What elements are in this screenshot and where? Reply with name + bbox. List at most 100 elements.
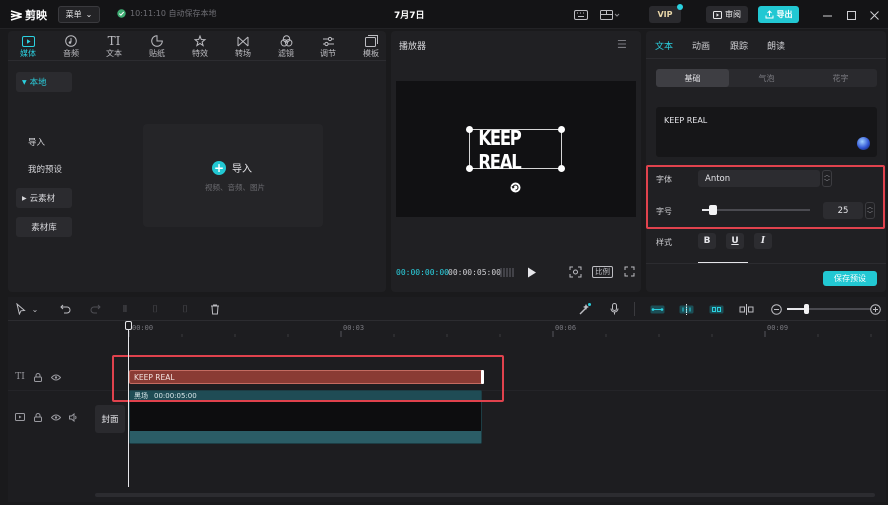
text-selection-box[interactable]: KEEP REAL xyxy=(466,126,565,174)
playhead-line[interactable] xyxy=(128,325,129,487)
transition-icon xyxy=(237,36,249,46)
resize-handle[interactable] xyxy=(558,126,565,133)
sidebar-item-my-presets[interactable]: 我的预设 xyxy=(16,159,72,179)
minimize-icon[interactable] xyxy=(819,7,835,23)
sidebar-item-library[interactable]: 素材库 xyxy=(16,217,72,237)
split-left-icon[interactable]: ⌷ xyxy=(148,302,162,316)
underline-button[interactable]: U xyxy=(726,233,744,249)
upload-icon xyxy=(765,10,773,19)
linkage-icon[interactable] xyxy=(708,302,724,316)
save-preset-button[interactable]: 保存预设 xyxy=(823,271,877,286)
video-track-header xyxy=(14,411,80,423)
media-panel: 媒体 音频 TI 文本 贴纸 特效 转场 滤镜 调节 模板 ▼ 本地 导入 我的… xyxy=(8,31,386,292)
sticker-icon xyxy=(151,35,163,47)
save-status: 10:11:10 自动保存本地 xyxy=(117,8,216,19)
preview-axis-icon[interactable] xyxy=(738,302,754,316)
ruler-label: 00:06 xyxy=(555,324,577,332)
style-label: 样式 xyxy=(656,238,672,247)
layout-icon[interactable] xyxy=(598,7,622,22)
tab-adjust[interactable]: 调节 xyxy=(311,33,345,61)
delete-icon[interactable] xyxy=(208,302,222,316)
tab-media[interactable]: 媒体 xyxy=(11,33,45,61)
tab-template[interactable]: 模板 xyxy=(354,33,388,61)
zoom-out-icon[interactable] xyxy=(769,302,783,316)
tab-media-label: 媒体 xyxy=(20,48,36,58)
resize-handle[interactable] xyxy=(466,165,473,172)
document-title: 7月7日 xyxy=(394,11,425,21)
speaker-icon[interactable] xyxy=(68,411,80,423)
bold-button[interactable]: B xyxy=(698,233,716,249)
segment-fancy-text[interactable]: 花字 xyxy=(804,69,877,87)
select-cursor-icon[interactable] xyxy=(14,302,28,316)
focus-icon[interactable] xyxy=(569,266,582,278)
plus-icon: + xyxy=(212,160,226,175)
playhead-handle[interactable] xyxy=(125,321,132,330)
microphone-icon[interactable] xyxy=(607,302,621,316)
import-button[interactable]: + 导入 xyxy=(212,160,252,175)
app-logo: 剪映 xyxy=(10,7,47,23)
play-icon[interactable] xyxy=(527,267,537,278)
highlight-box-tracks xyxy=(112,355,504,402)
tab-audio[interactable]: 音频 xyxy=(54,33,88,61)
tab-transition[interactable]: 转场 xyxy=(226,33,260,61)
eye-icon[interactable] xyxy=(50,371,62,383)
tab-text[interactable]: TI 文本 xyxy=(97,33,131,61)
zoom-in-icon[interactable] xyxy=(868,302,882,316)
tab-filter[interactable]: 滤镜 xyxy=(269,33,303,61)
eye-icon[interactable] xyxy=(50,411,62,423)
redo-icon[interactable] xyxy=(88,302,102,316)
canvas-text: KEEP REAL xyxy=(478,126,521,174)
tab-sticker[interactable]: 贴纸 xyxy=(140,33,174,61)
link-main-track-icon[interactable] xyxy=(649,302,665,316)
lock-icon[interactable] xyxy=(32,371,44,383)
fullscreen-icon[interactable] xyxy=(624,266,635,277)
close-icon[interactable] xyxy=(866,7,882,23)
split-right-icon[interactable]: ⌷ xyxy=(178,302,192,316)
player-title: 播放器 xyxy=(399,42,427,52)
preview-canvas[interactable]: KEEP REAL xyxy=(396,81,636,217)
segment-basic[interactable]: 基础 xyxy=(656,69,729,87)
tab-audio-label: 音频 xyxy=(63,49,79,58)
tab-text-props[interactable]: 文本 xyxy=(655,39,673,52)
ai-orb-icon[interactable] xyxy=(857,137,870,150)
resize-handle[interactable] xyxy=(558,165,565,172)
cover-button[interactable]: 封面 xyxy=(95,405,125,433)
sidebar-item-local[interactable]: ▼ 本地 xyxy=(16,72,72,92)
undo-icon[interactable] xyxy=(58,302,72,316)
sidebar-item-cloud[interactable]: ▶ 云素材 xyxy=(16,188,72,208)
play-box-icon xyxy=(713,10,722,19)
timecode-current: 00:00:00:00 xyxy=(396,268,449,277)
keyboard-icon[interactable] xyxy=(572,7,590,22)
import-hint: 视频、音频、图片 xyxy=(205,183,265,192)
magic-wand-icon[interactable] xyxy=(577,302,591,316)
segment-bubble[interactable]: 气泡 xyxy=(730,69,803,87)
maximize-icon[interactable] xyxy=(843,7,859,23)
audio-icon xyxy=(65,35,77,47)
waveform-icon[interactable] xyxy=(500,267,516,278)
resize-handle[interactable] xyxy=(466,126,473,133)
ratio-button[interactable]: 比例 xyxy=(592,266,613,278)
timeline-scrollbar[interactable] xyxy=(95,493,875,497)
export-button[interactable]: 导出 xyxy=(758,6,799,23)
menu-button[interactable]: 菜单 ⌄ xyxy=(58,6,100,23)
hamburger-icon[interactable]: ☰ xyxy=(617,38,627,51)
split-icon[interactable]: Ⅱ xyxy=(118,302,132,316)
player-panel: 播放器 ☰ KEEP REAL 00:00:00:00 00:00:05:00 … xyxy=(391,31,641,292)
lock-icon[interactable] xyxy=(32,411,44,423)
tab-animation[interactable]: 动画 xyxy=(692,39,710,52)
italic-button[interactable]: I xyxy=(754,233,772,249)
sidebar-item-import[interactable]: 导入 xyxy=(16,132,72,152)
vip-badge[interactable]: VIP xyxy=(649,4,683,23)
rotate-icon[interactable] xyxy=(510,182,521,193)
zoom-slider-knob[interactable] xyxy=(804,304,809,314)
tab-read-aloud[interactable]: 朗读 xyxy=(767,39,785,52)
timeline-toolbar: ⌄ Ⅱ ⌷ ⌷ xyxy=(8,297,886,321)
magnet-snap-icon[interactable] xyxy=(678,302,694,316)
chevron-down-icon[interactable]: ⌄ xyxy=(28,302,42,316)
import-dropzone[interactable]: + 导入 视频、音频、图片 xyxy=(143,124,323,227)
tab-effects[interactable]: 特效 xyxy=(183,33,217,61)
tab-tracking[interactable]: 跟踪 xyxy=(730,39,748,52)
media-icon xyxy=(21,35,35,47)
review-button[interactable]: 审阅 xyxy=(706,6,748,23)
text-content-input[interactable]: KEEP REAL xyxy=(656,107,877,157)
